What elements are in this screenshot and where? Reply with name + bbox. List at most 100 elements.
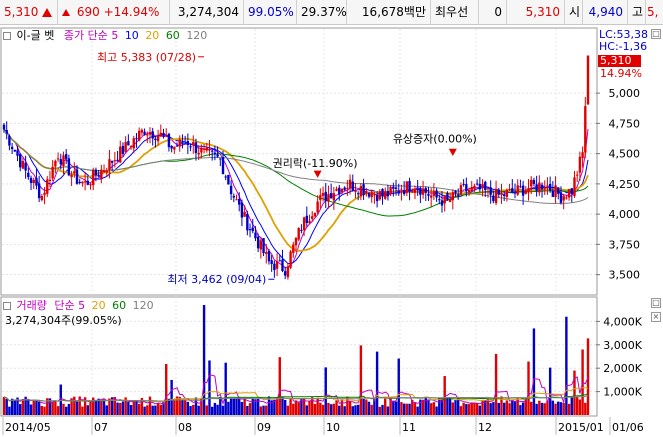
price-pane-maximize-button[interactable]: □ xyxy=(651,29,661,39)
volume-bar xyxy=(105,405,108,415)
candle-body xyxy=(89,184,92,186)
candle-body xyxy=(113,160,117,162)
candle-body xyxy=(54,160,57,167)
candle-body xyxy=(405,181,409,193)
vol-ma20-label: 20 xyxy=(91,299,106,312)
candle-body xyxy=(8,135,11,146)
volume-bar xyxy=(429,403,433,415)
price-tick-label: 4,500 xyxy=(609,148,641,161)
candle-body xyxy=(227,174,230,185)
volume-bar xyxy=(400,402,403,415)
volume-bar xyxy=(435,406,438,415)
candle-body xyxy=(584,106,587,153)
volume-bar xyxy=(205,405,208,415)
candle-body xyxy=(110,160,114,163)
candle-body xyxy=(384,191,387,199)
candle-body xyxy=(48,179,52,182)
candle-body xyxy=(297,227,300,240)
volume-bar xyxy=(543,403,546,415)
volume-bar xyxy=(248,403,252,415)
volume-bar xyxy=(530,401,533,415)
ma-label: 종가 단순 xyxy=(63,29,108,42)
candle-body xyxy=(83,181,87,183)
candle-body xyxy=(567,189,571,198)
candle-body xyxy=(59,159,62,165)
candle-body xyxy=(465,184,468,192)
price-change: 690 +14.94% xyxy=(58,0,170,25)
candle-body xyxy=(281,259,284,272)
volume-bar xyxy=(29,404,33,415)
volume-current: 3,274,304주(99.05%) xyxy=(5,314,122,327)
candle-body xyxy=(516,185,519,195)
candle-body xyxy=(265,252,268,254)
candle-body xyxy=(151,131,154,139)
candle-body xyxy=(429,195,433,198)
volume-bar xyxy=(381,404,384,415)
candle-body xyxy=(116,159,119,162)
volume-bar xyxy=(137,403,141,415)
volume-bar xyxy=(143,406,146,415)
volume-bar xyxy=(229,398,233,415)
candle-body xyxy=(321,193,325,196)
legend-toggle-icon[interactable] xyxy=(3,32,11,40)
volume-bar xyxy=(519,405,522,415)
volume-bar xyxy=(378,406,382,415)
candle-body xyxy=(51,166,54,179)
candle-body xyxy=(386,191,390,197)
volume-bar xyxy=(467,404,471,415)
volume-bar xyxy=(316,397,319,415)
volume-pane-maximize-button[interactable]: □ xyxy=(651,298,661,308)
candle-body xyxy=(56,158,60,160)
volume-bar xyxy=(513,401,517,415)
volume-tick-label: 3,000K xyxy=(603,339,642,352)
candle-body xyxy=(416,187,419,189)
candle-body xyxy=(378,191,382,200)
candle-body xyxy=(186,141,190,145)
volume-bar xyxy=(148,396,152,415)
volume-bar xyxy=(292,403,295,415)
candle-body xyxy=(43,192,46,195)
candle-body xyxy=(435,190,438,198)
candle-body xyxy=(251,227,254,232)
price-tick-label: 3,500 xyxy=(609,269,641,282)
up-arrow-icon xyxy=(42,8,53,17)
volume-bar xyxy=(216,404,219,415)
volume-pane-close-button[interactable]: × xyxy=(651,312,661,322)
x-tick-label: 11 xyxy=(402,421,416,434)
volume-value: 3,274,304 xyxy=(170,0,244,25)
volume-bar xyxy=(494,353,498,415)
open-label: 시 xyxy=(565,0,583,25)
open-value: 4,940 xyxy=(583,0,628,25)
candle-body xyxy=(78,181,81,183)
candle-body xyxy=(319,195,322,201)
candle-body xyxy=(475,183,479,185)
candle-body xyxy=(505,189,509,197)
volume-bar xyxy=(319,402,322,415)
candle-body xyxy=(365,191,368,194)
trade-amount: 16,678백만 xyxy=(347,0,431,25)
volume-bar xyxy=(197,405,200,415)
volume-bar xyxy=(259,406,263,415)
volume-bar xyxy=(37,401,41,415)
candle-body xyxy=(575,174,579,176)
candle-body xyxy=(557,187,560,194)
candle-body xyxy=(294,238,298,246)
candle-body xyxy=(213,152,217,155)
volume-bar xyxy=(386,406,390,415)
candle-body xyxy=(554,185,557,198)
volume-toggle-icon[interactable] xyxy=(3,302,11,310)
volume-bar xyxy=(354,405,357,415)
candle-body xyxy=(313,213,317,217)
volume-bar xyxy=(475,403,479,415)
volume-bar xyxy=(13,399,17,415)
volume-bar xyxy=(167,398,171,415)
volume-bar xyxy=(446,397,449,415)
stock-chart[interactable]: 5,000 4,750 4,500 4,250 4,000 3,750 3,500 4,000… xyxy=(0,25,663,437)
volume-bar xyxy=(394,401,398,415)
candle-body xyxy=(267,250,271,262)
low-annotation: 최저 3,462 (09/04) xyxy=(167,273,266,286)
candle-body xyxy=(494,189,498,204)
candle-body xyxy=(102,170,106,172)
candle-body xyxy=(175,145,179,147)
volume-bar xyxy=(321,404,325,415)
